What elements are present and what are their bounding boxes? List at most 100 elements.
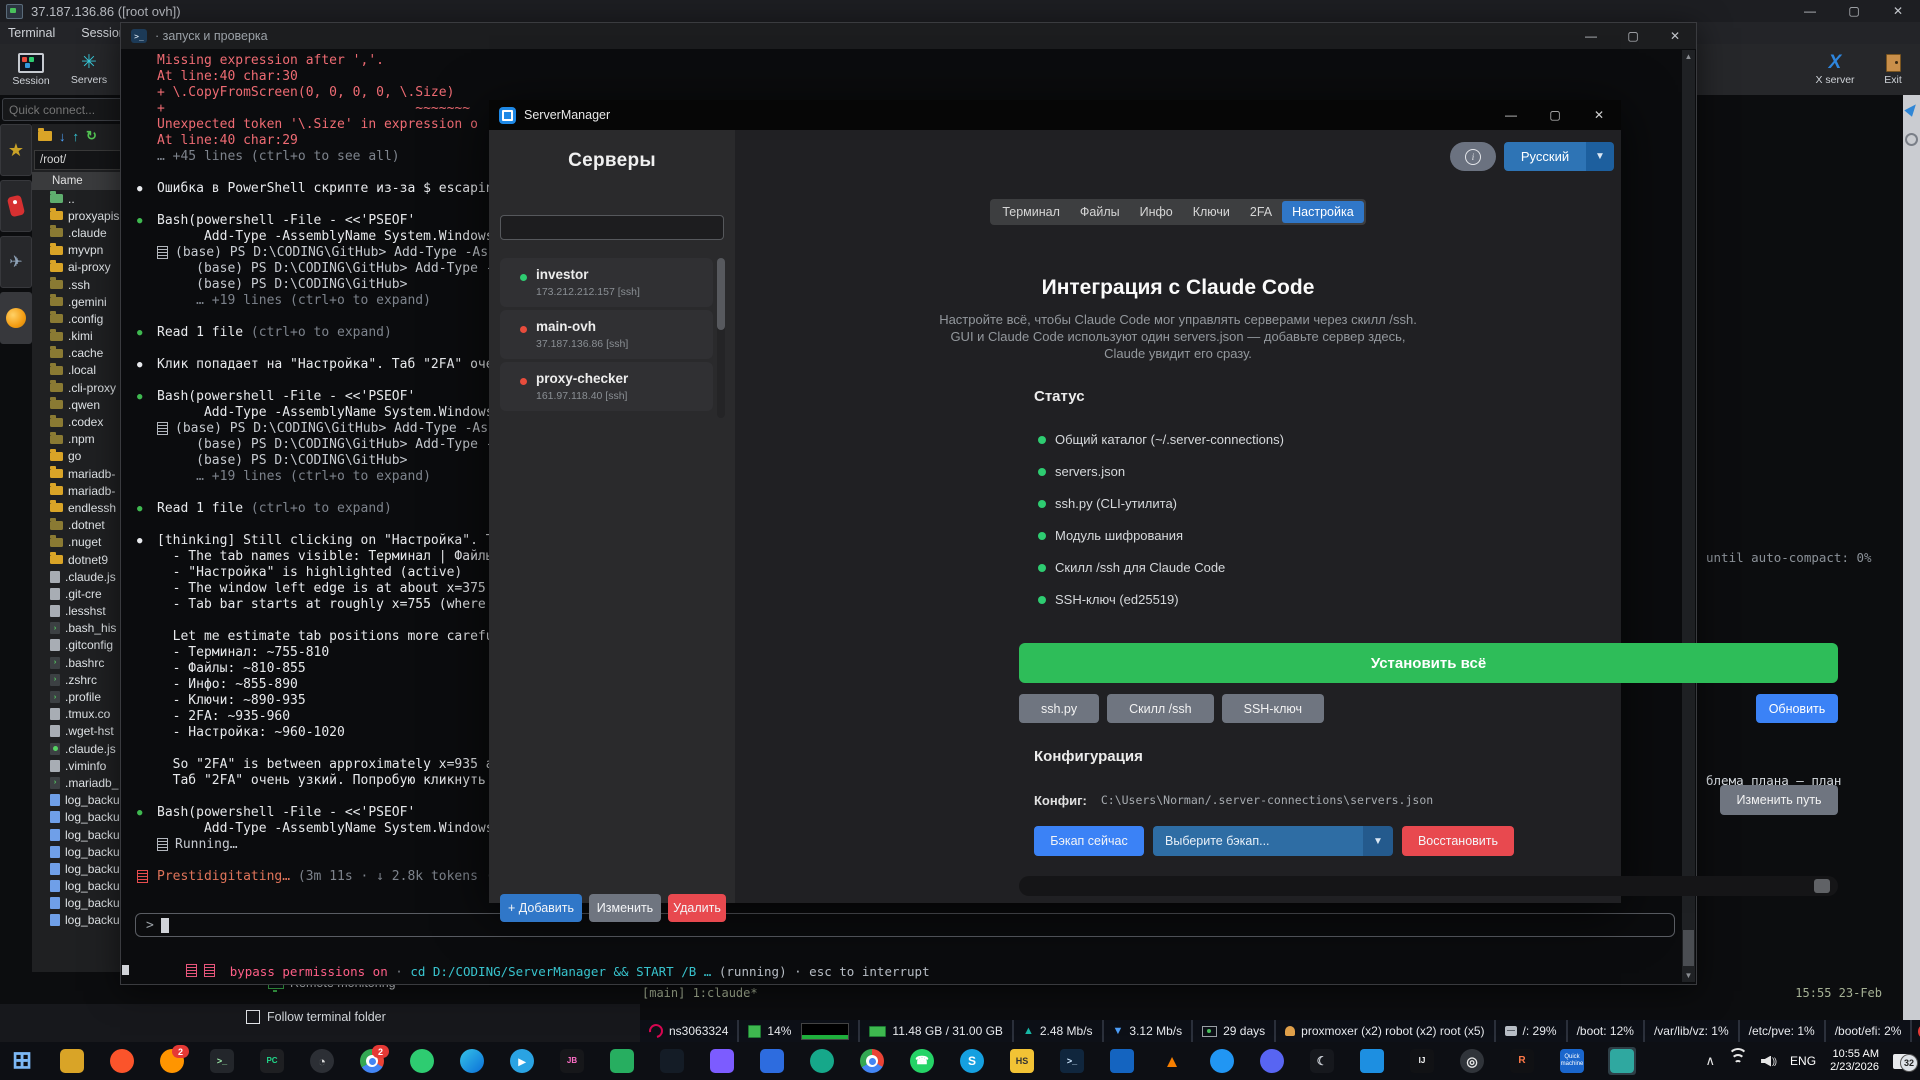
close-icon[interactable]: ✕ [1876, 0, 1920, 22]
chrome-profile-2[interactable] [858, 1047, 886, 1075]
blue-circle-app[interactable] [1208, 1047, 1236, 1075]
sessions-tab[interactable]: ✈ [0, 236, 32, 288]
add-server-button[interactable]: + Добавить [500, 894, 582, 922]
terminal-scrollbar[interactable]: ▲ ▼ [1682, 50, 1695, 982]
terminal-prompt-input[interactable]: > [135, 913, 1675, 937]
tab-терминал[interactable]: Терминал [992, 201, 1070, 223]
horizontal-scrollbar[interactable] [1019, 876, 1838, 896]
tab-ключи[interactable]: Ключи [1183, 201, 1240, 223]
trading-app[interactable] [658, 1047, 686, 1075]
close-icon[interactable]: ✕ [1577, 100, 1621, 130]
maximize-icon[interactable]: ▢ [1832, 0, 1876, 22]
server-card-main-ovh[interactable]: main-ovh37.187.136.86 [ssh] [500, 310, 713, 359]
favorites-tab[interactable]: ★ [0, 124, 32, 176]
tab-файлы[interactable]: Файлы [1070, 201, 1130, 223]
clock[interactable]: 10:55 AM 2/23/2026 [1830, 1048, 1879, 1074]
terminal-app[interactable]: >_ [208, 1047, 236, 1075]
follow-terminal-folder-checkbox[interactable]: Follow terminal folder [246, 1010, 386, 1024]
teal-app[interactable] [808, 1047, 836, 1075]
minimize-icon[interactable]: — [1489, 100, 1533, 130]
remote-viewer[interactable] [1608, 1047, 1636, 1075]
firefox-browser[interactable]: 2 [158, 1047, 186, 1075]
notification-center-icon[interactable]: 32 [1893, 1054, 1910, 1069]
blue-tile-app[interactable] [758, 1047, 786, 1075]
scrollbar-thumb[interactable] [717, 258, 725, 330]
brave-browser[interactable] [108, 1047, 136, 1075]
pycharm[interactable]: PC [258, 1047, 286, 1075]
tray-chevron-icon[interactable]: ∧ [1706, 1053, 1716, 1069]
heidisql[interactable]: HS [1008, 1047, 1036, 1075]
jetbrains-toolbox[interactable]: JB [558, 1047, 586, 1075]
skype[interactable]: S [958, 1047, 986, 1075]
parent-folder-icon[interactable] [38, 131, 52, 141]
scroll-down-icon[interactable]: ▼ [1682, 971, 1695, 980]
docker[interactable] [1358, 1047, 1386, 1075]
refresh-icon[interactable]: ↻ [86, 128, 97, 144]
refresh-button[interactable]: Обновить [1756, 694, 1838, 723]
anydesk[interactable] [408, 1047, 436, 1075]
upload-icon[interactable]: ↑ [73, 129, 80, 144]
maximize-icon[interactable]: ▢ [1612, 23, 1654, 49]
install-all-button[interactable]: Установить всё [1019, 643, 1838, 683]
whatsapp[interactable]: ☎ [908, 1047, 936, 1075]
ring-icon[interactable] [1905, 133, 1918, 146]
quill-icon[interactable] [1904, 101, 1919, 117]
tab-2fa[interactable]: 2FA [1240, 201, 1282, 223]
vlc[interactable]: ▲ [1158, 1047, 1186, 1075]
purple-tile-app[interactable] [708, 1047, 736, 1075]
vscode[interactable] [1108, 1047, 1136, 1075]
start-button[interactable]: ⊞ [8, 1047, 36, 1075]
info-button[interactable]: i [1450, 142, 1496, 171]
scroll-up-icon[interactable]: ▲ [1682, 52, 1695, 61]
edge-browser[interactable] [458, 1047, 486, 1075]
terminal-blue[interactable]: >_ [1058, 1047, 1086, 1075]
sftp-browser-tab[interactable] [0, 292, 32, 344]
servermanager-titlebar[interactable]: ServerManager — ▢ ✕ [489, 100, 1621, 130]
servers-button[interactable]: ✳ Servers [62, 46, 116, 93]
wifi-icon[interactable] [1729, 1055, 1747, 1068]
menu-terminal[interactable]: Terminal [8, 26, 55, 40]
delete-server-button[interactable]: Удалить [668, 894, 726, 922]
install--ssh-button[interactable]: Скилл /ssh [1107, 694, 1213, 723]
tab-настройка[interactable]: Настройка [1282, 201, 1364, 223]
gauge-app[interactable]: ◔ [308, 1047, 336, 1075]
terminal-titlebar[interactable]: >_ · запуск и проверка — ▢ ✕ [121, 23, 1696, 49]
statusbar-close-button[interactable]: ✕ [1912, 1020, 1920, 1042]
minimize-icon[interactable]: — [1570, 23, 1612, 49]
download-icon[interactable]: ↓ [59, 129, 66, 144]
server-list-scrollbar[interactable] [717, 258, 725, 418]
server-card-investor[interactable]: investor173.212.212.157 [ssh] [500, 258, 713, 307]
chrome-browser[interactable]: 2 [358, 1047, 386, 1075]
install-ssh--button[interactable]: SSH-ключ [1222, 694, 1324, 723]
minimize-icon[interactable]: — [1788, 0, 1832, 22]
server-card-proxy-checker[interactable]: proxy-checker161.97.118.40 [ssh] [500, 362, 713, 411]
discord[interactable] [1258, 1047, 1286, 1075]
exit-button[interactable]: Exit [1866, 46, 1920, 93]
obs-studio[interactable]: ◎ [1458, 1047, 1486, 1075]
scrollbar-thumb[interactable] [1683, 930, 1694, 966]
volume-icon[interactable]: )) [1761, 1056, 1776, 1067]
language-select[interactable]: Русский ▼ [1504, 142, 1614, 171]
restore-button[interactable]: Восстановить [1402, 826, 1514, 856]
close-icon[interactable]: ✕ [1654, 23, 1696, 49]
rider[interactable]: R [1508, 1047, 1536, 1075]
tools-tab[interactable] [0, 180, 32, 232]
install-ssh-py-button[interactable]: ssh.py [1019, 694, 1099, 723]
backup-now-button[interactable]: Бэкап сейчас [1034, 826, 1144, 856]
green-tile-app[interactable] [608, 1047, 636, 1075]
edit-server-button[interactable]: Изменить [589, 894, 661, 922]
tab-инфо[interactable]: Инфо [1130, 201, 1183, 223]
server-search-input[interactable] [500, 215, 724, 240]
maximize-icon[interactable]: ▢ [1533, 100, 1577, 130]
file-explorer[interactable] [58, 1047, 86, 1075]
session-button[interactable]: Session [4, 46, 58, 93]
telegram[interactable]: ▸ [508, 1047, 536, 1075]
intellij-idea[interactable]: IJ [1408, 1047, 1436, 1075]
backup-select[interactable]: Выберите бэкап... ▼ [1153, 826, 1393, 856]
quick-machine[interactable]: Quickmachine [1558, 1047, 1586, 1075]
input-language-button[interactable]: ENG [1790, 1054, 1816, 1068]
change-path-button[interactable]: Изменить путь [1720, 785, 1838, 815]
scrollbar-thumb[interactable] [1814, 879, 1830, 893]
x-server-button[interactable]: X X server [1808, 46, 1862, 93]
moon-app[interactable]: ☾ [1308, 1047, 1336, 1075]
